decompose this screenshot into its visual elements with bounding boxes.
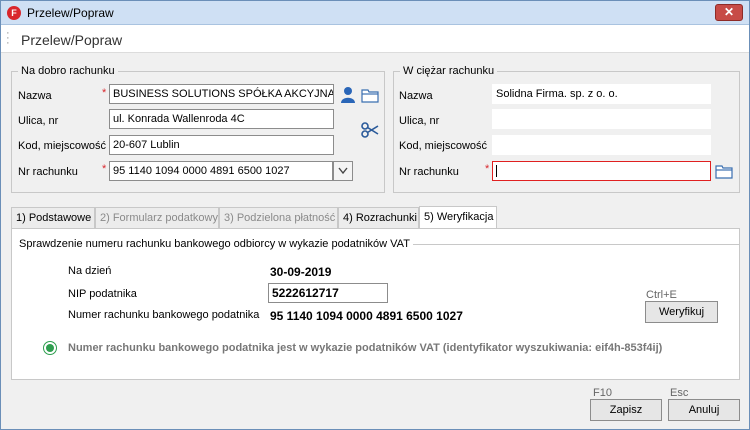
date-label: Na dzień	[68, 265, 112, 277]
account-number-label: Numer rachunku bankowego podatnika	[68, 309, 260, 321]
account-dropdown-button[interactable]	[333, 161, 353, 181]
payer-street-label: Ulica, nr	[399, 115, 440, 127]
folder-icon[interactable]	[715, 164, 733, 179]
date-value: 30-09-2019	[270, 265, 332, 279]
payer-account-input[interactable]	[492, 161, 711, 181]
tab-weryfikacja[interactable]: 5) Weryfikacja	[419, 206, 497, 229]
scissors-icon[interactable]	[361, 122, 379, 138]
nip-input[interactable]: 5222612717	[268, 283, 388, 303]
required-marker: *	[485, 163, 490, 175]
dialog-window: F Przelew/Popraw ✕ · · · Przelew/Popraw Na…	[0, 0, 750, 430]
recipient-account-label: Nr rachunku	[18, 166, 78, 178]
save-button[interactable]: Zapisz	[590, 399, 662, 421]
save-shortcut-hint: F10	[593, 387, 612, 399]
recipient-postal-input[interactable]: 20-607 Lublin	[109, 135, 334, 155]
page-title: Przelew/Popraw	[21, 32, 123, 48]
recipient-street-label: Ulica, nr	[18, 115, 59, 127]
title-bar[interactable]: F Przelew/Popraw ✕	[1, 1, 749, 25]
verification-legend: Sprawdzenie numeru rachunku bankowego od…	[16, 238, 413, 250]
recipient-legend: Na dobro rachunku	[18, 65, 118, 77]
account-number-value: 95 1140 1094 0000 4891 6500 1027	[270, 309, 463, 323]
recipient-name-label: Nazwa	[18, 90, 52, 102]
payer-name-label: Nazwa	[399, 90, 433, 102]
recipient-name-input[interactable]: BUSINESS SOLUTIONS SPÓŁKA AKCYJNA	[109, 84, 334, 104]
payer-name-input[interactable]: Solidna Firma. sp. z o. o.	[492, 84, 711, 104]
cancel-shortcut-hint: Esc	[670, 387, 689, 399]
recipient-account-input[interactable]: 95 1140 1094 0000 4891 6500 1027	[109, 161, 333, 181]
verify-shortcut-hint: Ctrl+E	[646, 289, 677, 301]
text-cursor	[496, 165, 497, 178]
verification-result-text: Numer rachunku bankowego podatnika jest …	[68, 342, 663, 354]
recipient-postal-label: Kod, miejscowość	[18, 140, 107, 152]
tab-formularz-podatkowy[interactable]: 2) Formularz podatkowy	[95, 207, 219, 228]
required-marker: *	[102, 163, 107, 175]
window-title: Przelew/Popraw	[27, 6, 114, 20]
payer-account-label: Nr rachunku	[399, 166, 459, 178]
person-icon[interactable]	[340, 86, 356, 103]
chevron-down-icon	[338, 167, 348, 175]
tab-rozrachunki[interactable]: 4) Rozrachunki	[338, 207, 419, 228]
nip-label: NIP podatnika	[68, 288, 137, 300]
verification-panel: Sprawdzenie numeru rachunku bankowego od…	[11, 228, 740, 380]
app-logo-icon: F	[7, 6, 21, 20]
recipient-street-input[interactable]: ul. Konrada Wallenroda 4C	[109, 109, 334, 129]
payer-street-input[interactable]	[492, 109, 711, 129]
folder-icon[interactable]	[361, 88, 379, 103]
cancel-button[interactable]: Anuluj	[668, 399, 740, 421]
payer-legend: W ciężar rachunku	[400, 65, 498, 77]
verify-button[interactable]: Weryfikuj	[645, 301, 718, 323]
tab-podstawowe[interactable]: 1) Podstawowe	[11, 207, 95, 228]
required-marker: *	[102, 87, 107, 99]
payer-postal-input[interactable]	[492, 135, 711, 155]
form-header: · · · Przelew/Popraw	[1, 25, 749, 53]
close-button[interactable]: ✕	[715, 4, 743, 21]
grip-icon: · · ·	[6, 27, 10, 49]
tab-podzielona-platnosc[interactable]: 3) Podzielona płatność	[219, 207, 338, 228]
payer-postal-label: Kod, miejscowość	[399, 140, 488, 152]
verification-status-indicator	[43, 341, 57, 355]
